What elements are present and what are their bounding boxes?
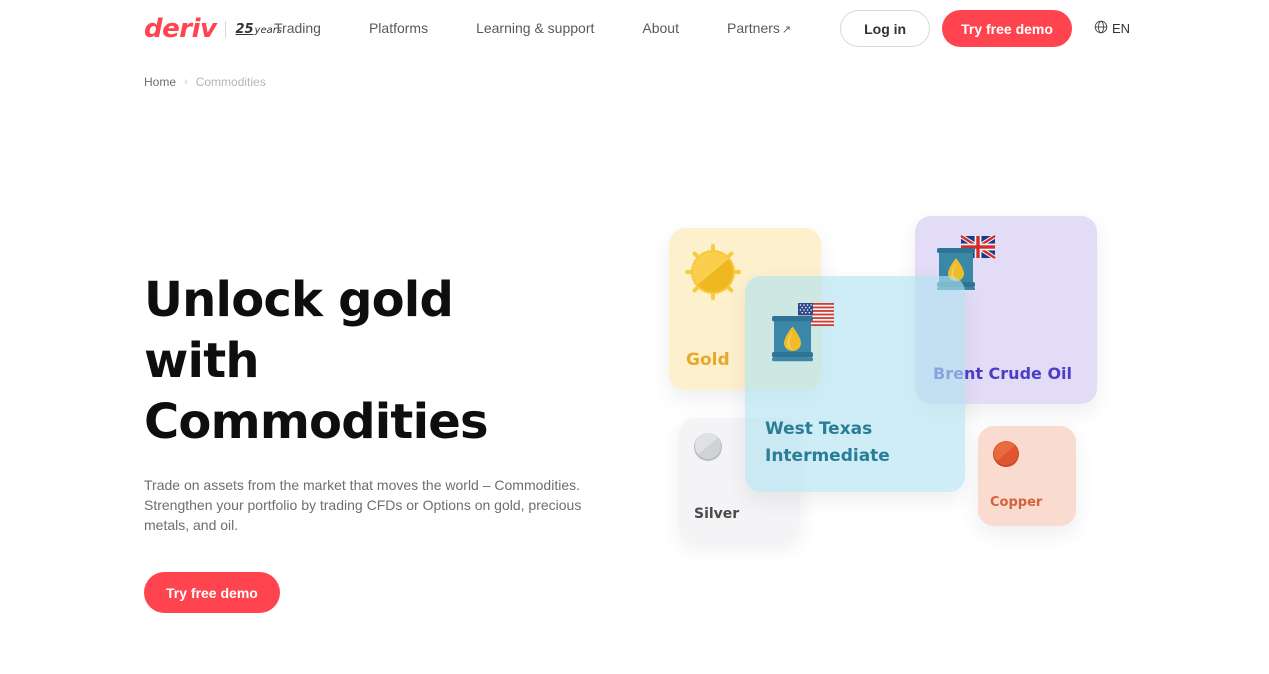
gold-coin-icon: [685, 244, 741, 305]
commodity-card-wti-label: West Texas Intermediate: [765, 419, 890, 466]
commodity-card-cluster: Gold Silver Brent Crude Oil West Texas I…: [650, 200, 1120, 570]
commodity-card-copper-label: Copper: [990, 495, 1043, 510]
commodity-card-gold-label: Gold: [686, 350, 730, 370]
copper-coin-icon: [990, 438, 1022, 475]
page-title: Unlock gold with Commodities: [144, 272, 489, 450]
brand-divider: [225, 20, 227, 38]
silver-coin-icon: [691, 430, 725, 469]
nav-item-learning-support[interactable]: Learning & support: [452, 20, 618, 39]
nav-item-trading[interactable]: Trading: [274, 20, 345, 39]
commodity-card-copper[interactable]: Copper: [978, 426, 1076, 526]
brand-logo[interactable]: deriv 25 years: [144, 16, 282, 42]
language-selector[interactable]: EN: [1094, 20, 1130, 37]
breadcrumb-separator-icon: ›: [184, 76, 188, 88]
external-link-icon: ↗: [781, 24, 792, 36]
deriv-logo-text: deriv: [144, 14, 217, 44]
nav-item-partners-label: Partners: [726, 20, 780, 36]
breadcrumb-current: Commodities: [195, 75, 266, 89]
hero-subtitle: Trade on assets from the market that mov…: [144, 477, 582, 533]
globe-icon: [1094, 20, 1108, 37]
header-actions: Log in Try free demo EN: [840, 10, 1130, 47]
commodity-card-wti[interactable]: West Texas Intermediate: [745, 276, 965, 492]
breadcrumb-home[interactable]: Home: [144, 75, 176, 89]
nav-item-partners[interactable]: Partners ↗: [703, 20, 815, 39]
try-free-demo-button-header[interactable]: Try free demo: [942, 10, 1072, 47]
anniversary-number: 25: [235, 21, 254, 37]
site-header: deriv 25 years Trading Platforms Learnin…: [0, 0, 1269, 57]
oil-barrel-us-flag-icon: [770, 301, 836, 368]
language-label: EN: [1111, 21, 1130, 36]
commodity-card-silver-label: Silver: [694, 506, 740, 522]
nav-item-about[interactable]: About: [618, 20, 703, 39]
nav-item-platforms[interactable]: Platforms: [345, 20, 452, 39]
login-button[interactable]: Log in: [840, 10, 931, 47]
breadcrumb: Home › Commodities: [144, 75, 266, 89]
hero-content: Unlock gold with Commodities Trade on as…: [144, 270, 614, 613]
try-free-demo-button-hero[interactable]: Try free demo: [144, 572, 280, 613]
main-navigation: Trading Platforms Learning & support Abo…: [274, 20, 815, 39]
